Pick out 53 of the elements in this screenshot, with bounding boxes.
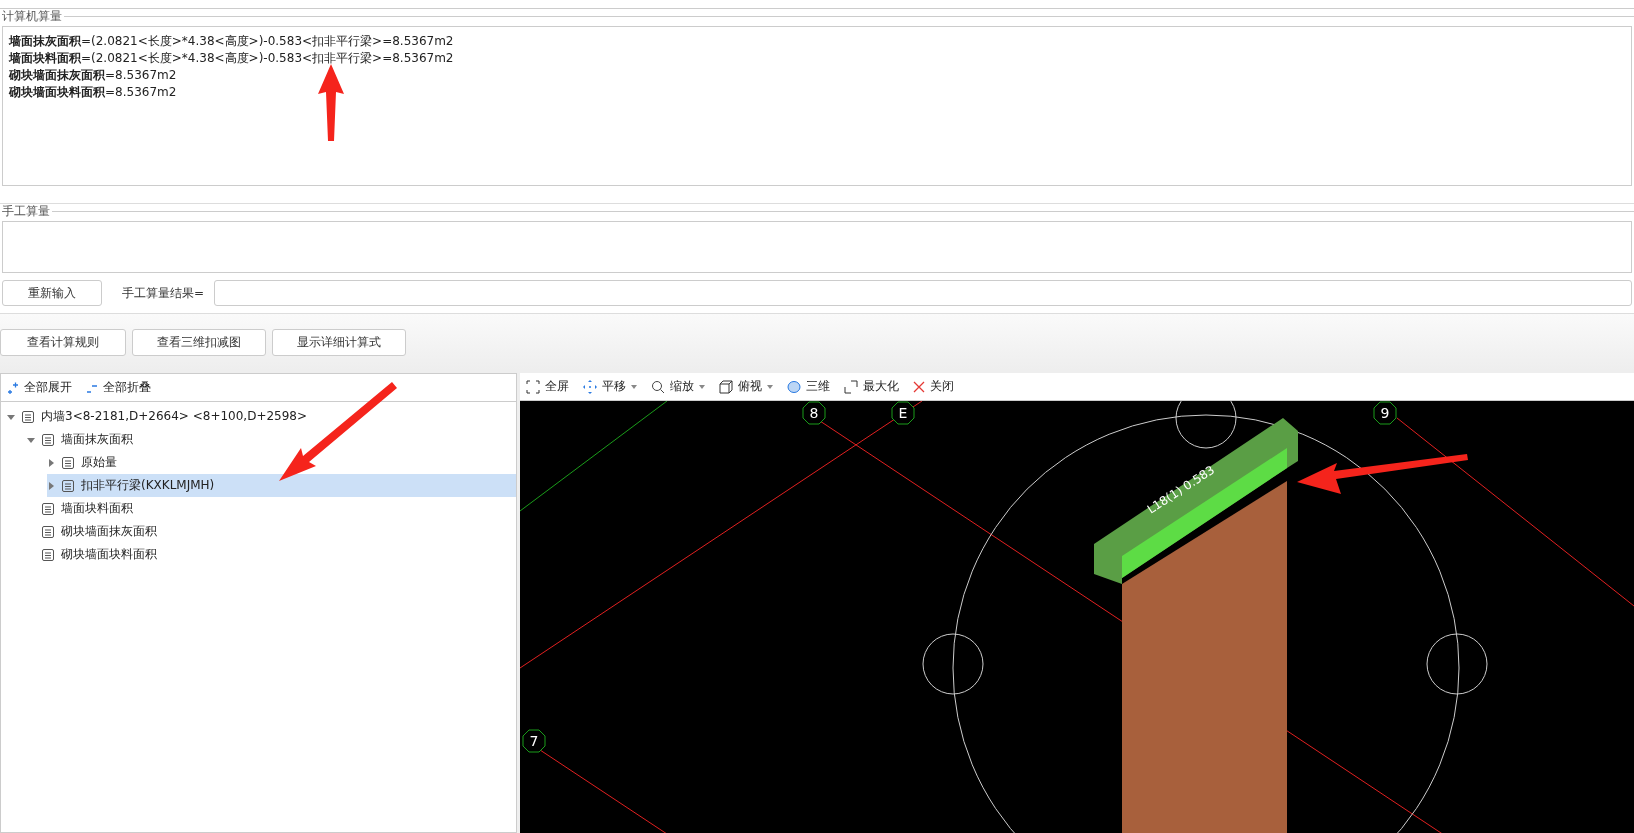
formula-line: 墙面块料面积=(2.0821<长度>*4.38<高度>)-0.583<扣非平行梁>=8.5367m2	[9, 50, 455, 67]
document-icon	[21, 409, 35, 424]
action-button[interactable]: 查看计算规则	[0, 328, 126, 356]
toolbar-button[interactable]: 全部折叠	[86, 379, 151, 396]
action-button[interactable]: 查看三维扣减图	[132, 328, 266, 356]
toolbar-button[interactable]: 全屏	[526, 378, 569, 395]
expand-icon	[7, 381, 19, 394]
section-title: 计算机算量	[1, 8, 63, 25]
formula-line: 墙面抹灰面积=(2.0821<长度>*4.38<高度>)-0.583<扣非平行梁>=8.5367m2	[9, 33, 455, 50]
axis-label: 9	[1373, 401, 1397, 425]
action-button[interactable]: 显示详细计算式	[272, 328, 406, 356]
sphere-icon	[787, 379, 801, 394]
search-icon	[651, 379, 665, 394]
calculation-text-area[interactable]: 墙面抹灰面积=(2.0821<长度>*4.38<高度>)-0.583<扣非平行梁>=8.5367m2 墙面块料面积=(2.0821<长度>*4.38<高度>)-0.583<扣非平行梁>=8.5367m2 砌块墙面抹灰面积=8.5367m2 砌块墙面块料面积=8.5367m2	[2, 26, 1632, 186]
axis-label: 7	[522, 729, 546, 753]
toolbar-button[interactable]: 最大化	[844, 378, 899, 395]
toolbar-button[interactable]: 俯视	[719, 378, 773, 395]
formula-line: 砌块墙面抹灰面积=8.5367m2	[9, 67, 178, 84]
toolbar-button[interactable]: 缩放	[651, 378, 705, 395]
axis-label: E	[891, 401, 915, 425]
tree-item[interactable]: 墙面块料面积	[27, 497, 516, 520]
formula-line: 砌块墙面块料面积=8.5367m2	[9, 84, 178, 101]
toolbar-button[interactable]: 关闭	[913, 378, 954, 395]
collapse-arrow-icon[interactable]	[7, 412, 15, 421]
cube-icon	[719, 379, 733, 394]
document-icon	[41, 432, 55, 447]
expand-arrow-icon[interactable]	[47, 458, 55, 467]
reinput-button[interactable]: 重新输入	[2, 280, 102, 306]
move-icon	[583, 379, 597, 394]
manual-input-field[interactable]	[2, 221, 1632, 273]
axis-label: 8	[802, 401, 826, 425]
maximize-icon	[844, 379, 858, 394]
tree-item[interactable]: 原始量	[47, 451, 516, 474]
document-icon	[41, 501, 55, 516]
close-icon	[913, 380, 925, 393]
document-icon	[41, 524, 55, 539]
document-icon	[61, 478, 75, 493]
document-icon	[41, 547, 55, 562]
section-title: 手工算量	[1, 203, 51, 220]
tree-item[interactable]: 墙面抹灰面积	[27, 428, 516, 451]
result-label: 手工算量结果=	[122, 284, 205, 302]
tree-item[interactable]: 砌块墙面抹灰面积	[27, 520, 516, 543]
result-field[interactable]	[214, 280, 1632, 306]
tree-item[interactable]: 扣非平行梁(KXKLMJMH)	[47, 474, 516, 497]
collapse-arrow-icon[interactable]	[27, 435, 35, 444]
toolbar-button[interactable]: 平移	[583, 378, 637, 395]
tree-item[interactable]: 内墙3<8-2181,D+2664> <8+100,D+2598>	[7, 405, 516, 428]
toolbar-button[interactable]: 全部展开	[7, 379, 72, 396]
tree-item[interactable]: 砌块墙面块料面积	[27, 543, 516, 566]
toolbar-button[interactable]: 三维	[787, 378, 830, 395]
document-icon	[61, 455, 75, 470]
expand-arrow-icon[interactable]	[47, 481, 55, 490]
fullscreen-icon	[526, 379, 540, 394]
